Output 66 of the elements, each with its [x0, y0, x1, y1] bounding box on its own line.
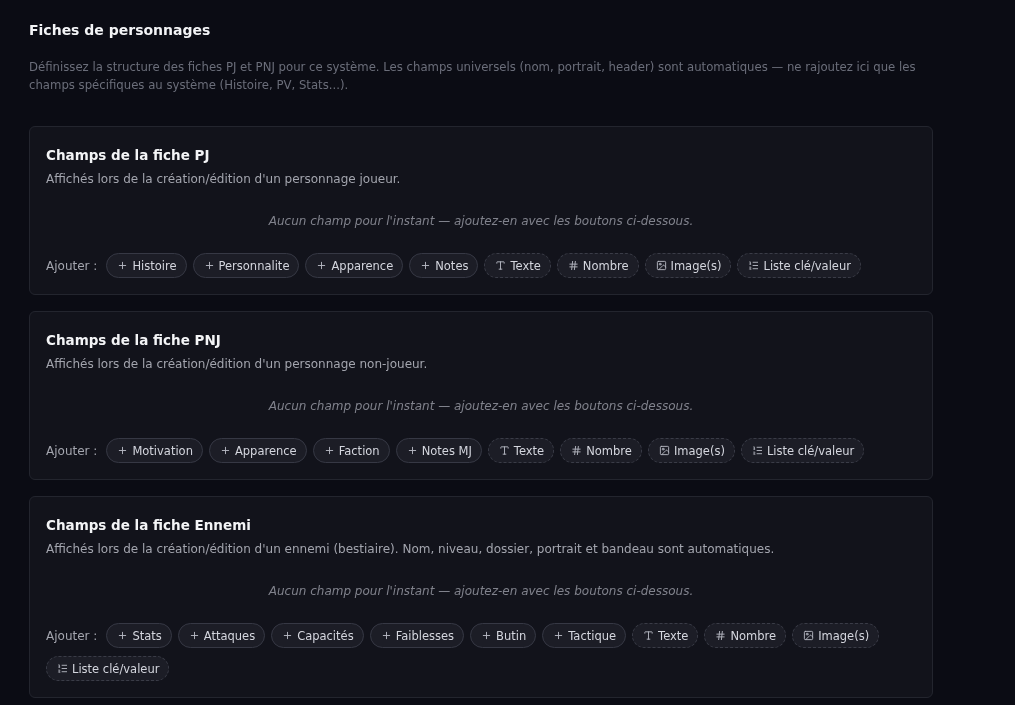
plus-icon — [420, 260, 432, 271]
plus-icon — [117, 630, 129, 641]
plus-icon — [203, 260, 215, 271]
section-title: Champs de la fiche PJ — [46, 146, 211, 165]
add-label: Ajouter : — [46, 443, 98, 458]
hash-icon — [571, 445, 583, 456]
numbered-list-icon — [57, 663, 68, 674]
add-type-button[interactable]: Nombre — [556, 253, 639, 278]
numbered-list-icon — [748, 260, 760, 271]
plus-icon — [316, 260, 328, 271]
hash-icon — [567, 260, 579, 271]
empty-message: Aucun champ pour l'instant — ajoutez-en avec les boutons ci-dessous. — [267, 398, 695, 415]
add-type-button[interactable]: Nombre — [560, 438, 642, 463]
add-field-button[interactable]: Attaques — [177, 623, 266, 648]
add-type-button[interactable]: Texte — [632, 623, 699, 648]
image-icon — [658, 445, 670, 456]
add-type-button[interactable]: Liste clé/valeur — [737, 253, 861, 278]
add-field-button[interactable]: Apparence — [305, 253, 404, 278]
numbered-list-icon — [751, 445, 763, 456]
add-field-button[interactable]: Histoire — [106, 253, 187, 278]
add-label: Ajouter : — [46, 628, 98, 643]
image-icon — [803, 630, 815, 641]
hash-icon — [715, 630, 727, 641]
empty-message: Aucun champ pour l'instant — ajoutez-en avec les boutons ci-dessous. — [267, 213, 695, 230]
add-type-button[interactable]: Image(s) — [792, 623, 880, 648]
plus-icon — [380, 630, 392, 641]
image-icon — [655, 260, 667, 271]
plus-icon — [188, 630, 200, 641]
add-field-button[interactable]: Tactique — [542, 623, 627, 648]
add-field-button[interactable]: Notes MJ — [395, 438, 482, 463]
plus-icon — [117, 445, 129, 456]
section-subtitle: Affichés lors de la création/édition d'un personnage joueur. — [46, 171, 402, 187]
add-label: Ajouter : — [46, 258, 98, 273]
add-field-button[interactable]: Motivation — [106, 438, 203, 463]
add-field-button[interactable]: Notes — [409, 253, 479, 278]
plus-icon — [553, 630, 565, 641]
add-type-button[interactable]: Texte — [487, 438, 555, 463]
add-type-button[interactable]: Texte — [484, 253, 551, 278]
plus-icon — [282, 630, 294, 641]
plus-icon — [323, 445, 335, 456]
empty-message: Aucun champ pour l'instant — ajoutez-en avec les boutons ci-dessous. — [267, 583, 695, 600]
add-field-button[interactable]: Stats — [106, 623, 172, 648]
add-field-button[interactable]: Personnalite — [192, 253, 300, 278]
section-subtitle: Affichés lors de la création/édition d'un personnage non-joueur. — [46, 356, 429, 372]
section-subtitle: Affichés lors de la création/édition d'un ennemi (bestiaire). Nom, niveau, dossier, portrait et bandeau sont automatiques. — [46, 541, 776, 557]
plus-icon — [406, 445, 418, 456]
section-title: Champs de la fiche Ennemi — [46, 516, 252, 535]
page-description: Définissez la structure des fiches PJ et PNJ pour ce système. Les champs universels (nom, portrait, header) sont automatiques — ne rajoutez ici que les champs spécifiques au système (Histoire, PV, Stats...). — [29, 59, 917, 94]
text-type-icon — [495, 260, 507, 271]
add-field-button[interactable]: Butin — [470, 623, 537, 648]
page-title: Fiches de personnages — [29, 21, 212, 40]
add-type-button[interactable]: Image(s) — [644, 253, 732, 278]
add-field-button[interactable]: Faiblesses — [369, 623, 465, 648]
plus-icon — [481, 630, 493, 641]
add-type-button[interactable]: Liste clé/valeur — [46, 656, 170, 681]
add-type-button[interactable]: Image(s) — [647, 438, 735, 463]
text-type-icon — [643, 630, 655, 641]
add-type-button[interactable]: Liste clé/valeur — [740, 438, 865, 463]
add-field-button[interactable]: Capacités — [271, 623, 364, 648]
plus-icon — [117, 260, 129, 271]
section-title: Champs de la fiche PNJ — [46, 331, 222, 350]
add-field-button[interactable]: Apparence — [208, 438, 307, 463]
text-type-icon — [498, 445, 510, 456]
plus-icon — [219, 445, 231, 456]
add-field-button[interactable]: Faction — [312, 438, 390, 463]
add-type-button[interactable]: Nombre — [704, 623, 787, 648]
